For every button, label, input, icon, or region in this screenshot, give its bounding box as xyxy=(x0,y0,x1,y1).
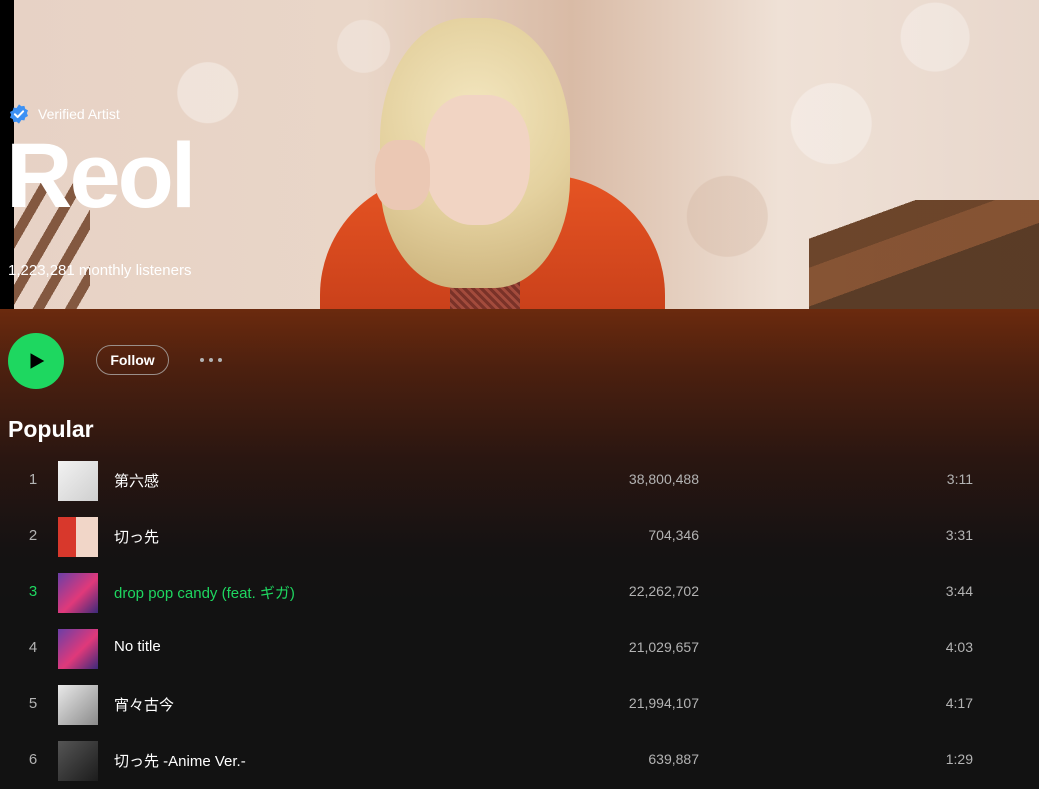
more-options-icon xyxy=(218,358,222,362)
track-cover-art xyxy=(58,685,98,725)
track-play-count: 704,346 xyxy=(648,527,699,543)
track-title[interactable]: 切っ先 xyxy=(114,526,159,547)
track-number: 3 xyxy=(28,583,38,600)
artist-name: Reol xyxy=(6,125,196,227)
track-title[interactable]: No title xyxy=(114,638,161,655)
track-cover-art xyxy=(58,517,98,557)
track-row[interactable]: 1 第六感 38,800,488 3:11 xyxy=(0,453,1039,509)
track-title[interactable]: 切っ先 -Anime Ver.- xyxy=(114,750,246,771)
more-options-button[interactable] xyxy=(196,350,226,370)
track-number: 6 xyxy=(28,751,38,768)
track-play-count: 22,262,702 xyxy=(628,583,699,599)
track-cover-art xyxy=(58,629,98,669)
track-number: 4 xyxy=(28,639,38,656)
artist-photo-hand xyxy=(375,140,430,210)
track-cover-art xyxy=(58,461,98,501)
track-play-count: 21,029,657 xyxy=(628,639,699,655)
track-number: 1 xyxy=(28,471,38,488)
track-row[interactable]: 5 宵々古今 21,994,107 4:17 xyxy=(0,677,1039,733)
popular-section-title: Popular xyxy=(8,416,94,442)
artist-photo-figure xyxy=(300,0,670,309)
track-number: 5 xyxy=(28,695,38,712)
track-number: 2 xyxy=(28,527,38,544)
track-row[interactable]: 4 No title 21,029,657 4:03 xyxy=(0,621,1039,677)
track-play-count: 21,994,107 xyxy=(628,695,699,711)
monthly-listeners: 1,223,281 monthly listeners xyxy=(8,262,192,279)
track-duration: 3:11 xyxy=(946,471,973,487)
verified-label: Verified Artist xyxy=(38,106,120,122)
track-play-count: 639,887 xyxy=(648,751,699,767)
track-duration: 4:03 xyxy=(945,639,973,655)
track-title[interactable]: drop pop candy (feat. ギガ) xyxy=(114,582,295,603)
verified-artist-badge: Verified Artist xyxy=(8,103,120,125)
track-row[interactable]: 3 drop pop candy (feat. ギガ) 22,262,702 3:44 xyxy=(0,565,1039,621)
track-duration: 1:29 xyxy=(945,751,973,767)
track-cover-art xyxy=(58,573,98,613)
track-title[interactable]: 宵々古今 xyxy=(114,694,174,715)
more-options-icon xyxy=(200,358,204,362)
follow-button[interactable]: Follow xyxy=(96,345,169,375)
more-options-icon xyxy=(209,358,213,362)
play-button[interactable] xyxy=(8,333,64,389)
track-play-count: 38,800,488 xyxy=(628,471,699,487)
verified-check-icon xyxy=(10,104,28,124)
track-title[interactable]: 第六感 xyxy=(114,470,159,491)
track-duration: 3:44 xyxy=(945,583,973,599)
artist-photo-face xyxy=(425,95,530,225)
track-duration: 4:17 xyxy=(945,695,973,711)
track-row[interactable]: 2 切っ先 704,346 3:31 xyxy=(0,509,1039,565)
track-duration: 3:31 xyxy=(945,527,973,543)
track-row[interactable]: 6 切っ先 -Anime Ver.- 639,887 1:29 xyxy=(0,733,1039,789)
header-stair-rail-right xyxy=(809,200,1039,309)
play-icon xyxy=(30,353,45,369)
track-cover-art xyxy=(58,741,98,781)
